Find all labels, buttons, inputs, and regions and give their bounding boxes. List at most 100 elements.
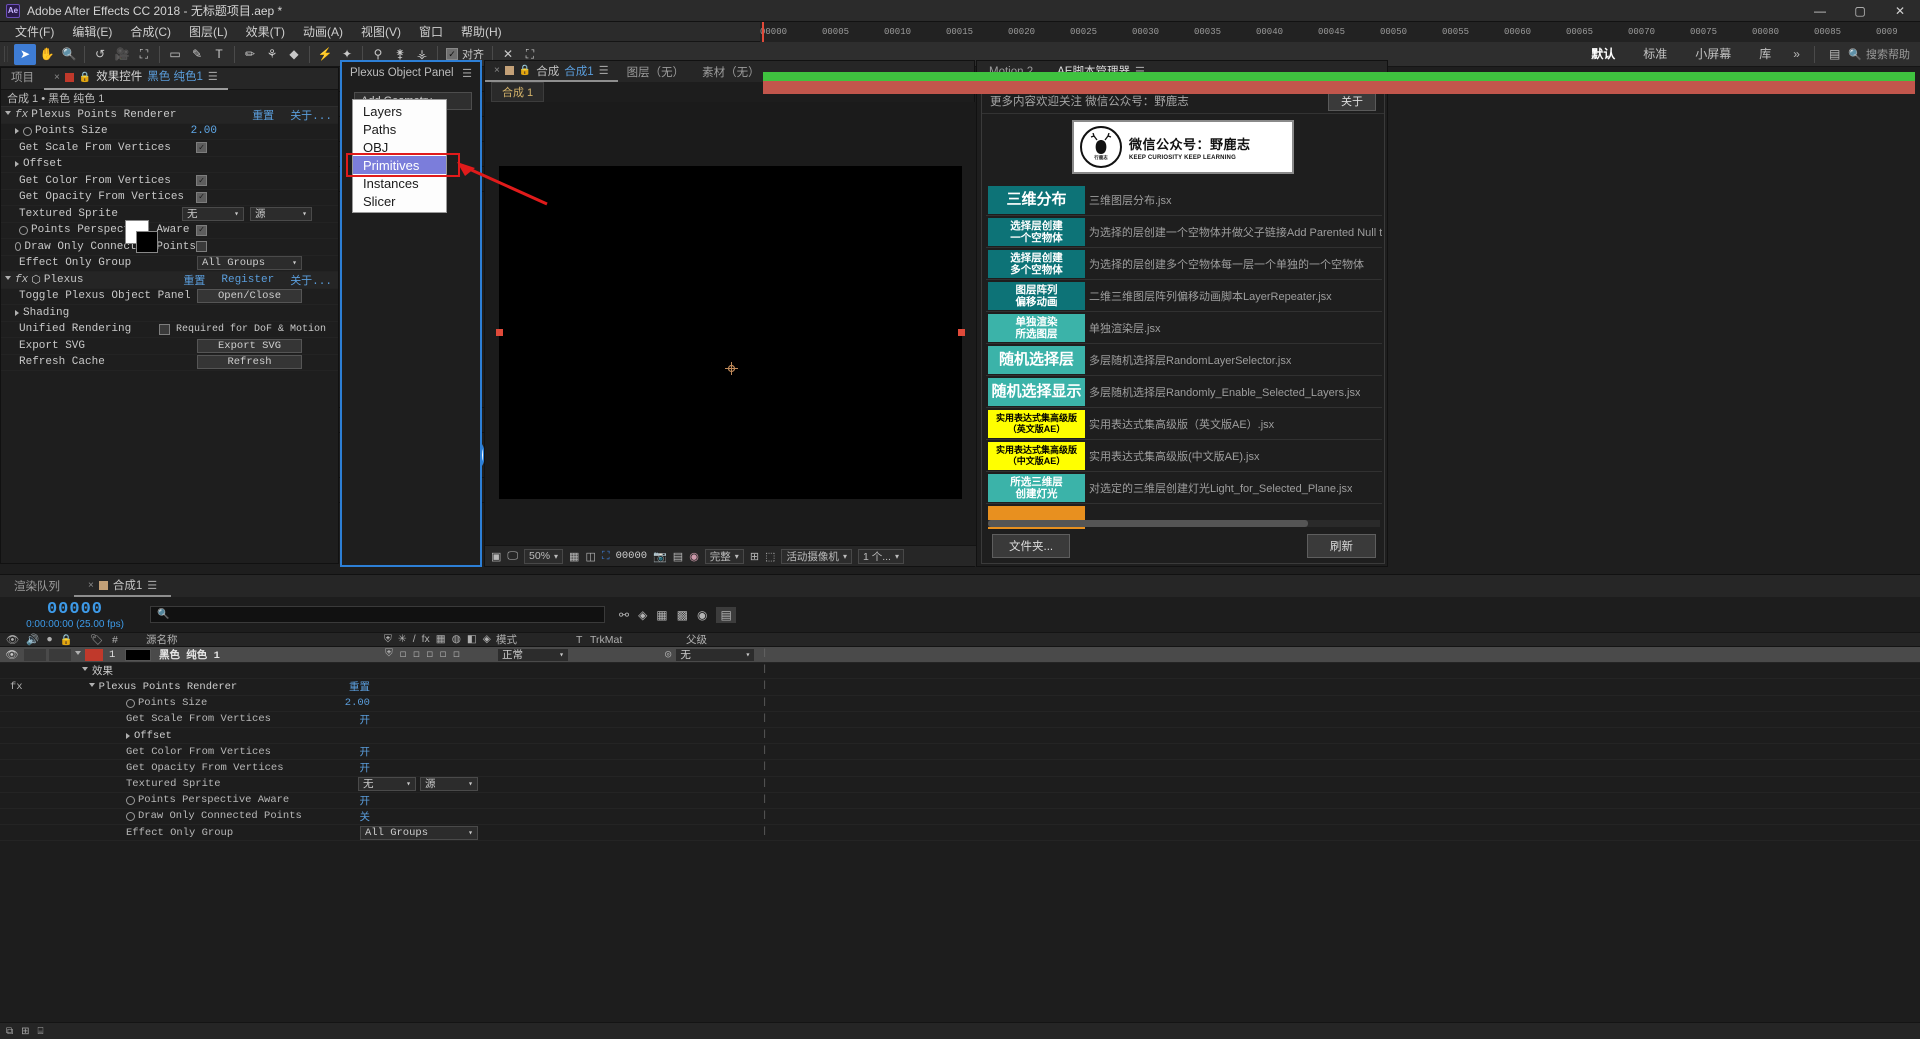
solo-icon[interactable]: ● xyxy=(46,633,52,646)
selection-handle-right[interactable] xyxy=(958,329,965,336)
script-row[interactable]: 实用表达式集高级版 （英文版AE） 实用表达式集高级版（英文版AE）.jsx xyxy=(986,408,1382,440)
menu-item-2[interactable]: 合成(C) xyxy=(121,22,180,42)
timeline-row-track[interactable]: | xyxy=(760,663,1920,678)
property-button[interactable]: Open/Close xyxy=(197,289,302,304)
timeline-current-time[interactable]: 00000 0:00:00:00 (25.00 fps) xyxy=(0,600,150,630)
disclosure-icon[interactable] xyxy=(5,276,11,283)
disclosure-icon[interactable] xyxy=(126,732,130,739)
close-icon[interactable]: × xyxy=(54,67,60,88)
script-row[interactable]: 图层阵列 偏移动画 二维三维图层阵列偏移动画脚本LayerRepeater.jsx xyxy=(986,280,1382,312)
composition-chip[interactable]: 合成 1 xyxy=(491,82,545,102)
value-text[interactable]: 重置 xyxy=(349,682,370,694)
script-row[interactable]: 三维分布 三维图层分布.jsx xyxy=(986,184,1382,216)
timeline-row-track[interactable]: | xyxy=(760,809,1920,824)
disclosure-icon[interactable] xyxy=(15,128,19,135)
property-button[interactable]: Export SVG xyxy=(197,338,302,353)
effect-property-row[interactable]: Points Size 2.00 xyxy=(1,124,338,140)
effect-property-row[interactable]: Textured Sprite 无 ▾ 源 ▾ xyxy=(1,206,338,223)
effect-property-row[interactable]: Get Scale From Vertices ✓ xyxy=(1,140,338,157)
property-checkbox[interactable]: ✓ xyxy=(196,191,207,203)
frame-blend-icon[interactable]: ▦ xyxy=(436,633,446,646)
brush-tool[interactable]: ✏ xyxy=(239,44,261,65)
resolution-select[interactable]: 完整 ▾ xyxy=(704,548,744,564)
disclosure-icon[interactable] xyxy=(82,667,88,674)
stopwatch-icon[interactable] xyxy=(23,126,32,136)
minimize-button[interactable]: — xyxy=(1800,0,1840,22)
timeline-row[interactable]: Points Perspective Aware 开 | xyxy=(0,793,1920,809)
layer-parent-select[interactable]: 无 ▾ xyxy=(675,647,756,662)
property-select[interactable]: All Groups ▾ xyxy=(197,256,302,271)
tab-render-queue[interactable]: 渲染队列 xyxy=(0,575,74,597)
script-row[interactable]: 实用表达式集高级版 （中文版AE） 实用表达式集高级版(中文版AE).jsx xyxy=(986,440,1382,472)
maximize-button[interactable]: ▢ xyxy=(1840,0,1880,22)
effect-header-1[interactable]: fx ⬡ Plexus 重置 Register 关于... xyxy=(1,272,338,289)
current-time-display[interactable]: 00000 xyxy=(616,550,648,562)
fx-icon[interactable]: fx xyxy=(15,274,28,286)
layer-switch-row[interactable]: ⛨ ◻ ◻ ◻ ◻ ◻ xyxy=(385,648,497,661)
dropdown-item-layers[interactable]: Layers xyxy=(353,102,446,120)
composition-mini-flowchart-icon[interactable]: ⚯ xyxy=(619,608,629,622)
camera-select[interactable]: 活动摄像机 ▾ xyxy=(781,548,852,564)
disclosure-icon[interactable] xyxy=(15,161,19,168)
timeline-row-track[interactable]: | xyxy=(760,728,1920,743)
property-select-a[interactable]: 无 ▾ xyxy=(182,206,244,221)
timeline-row-track[interactable]: | xyxy=(760,825,1920,840)
work-area-bar[interactable] xyxy=(763,72,1915,81)
timeline-row-value[interactable]: All Groups ▾ xyxy=(360,825,760,840)
script-button-8[interactable]: 实用表达式集高级版 （中文版AE） xyxy=(988,441,1085,470)
toggle-switches-icon[interactable]: ⧉ xyxy=(6,1026,13,1037)
disclosure-icon[interactable] xyxy=(5,111,11,118)
quality-icon[interactable]: ◻ xyxy=(413,648,419,661)
value-select-b[interactable]: 源 ▾ xyxy=(420,776,478,791)
panel-menu-icon[interactable]: ☰ xyxy=(208,67,218,88)
3d-icon[interactable]: ◈ xyxy=(483,633,491,646)
roto-brush-tool[interactable]: ⚡ xyxy=(314,44,336,65)
tab-timeline-comp[interactable]: × 合成1 ☰ xyxy=(74,575,172,597)
menu-item-0[interactable]: 文件(F) xyxy=(6,22,63,42)
timeline-row[interactable]: 👁 1 黑色 纯色 1 ⛨ ◻ ◻ ◻ ◻ ◻ 正常 ▾ ◎ 无 ▾ | xyxy=(0,647,1920,664)
dropdown-item-instances[interactable]: Instances xyxy=(353,174,446,192)
lock-icon[interactable]: 🔒 xyxy=(60,633,73,646)
value-text[interactable]: 开 xyxy=(360,715,371,727)
toggle-mask-icon[interactable]: ◫ xyxy=(585,550,595,563)
workspace-overflow-icon[interactable]: » xyxy=(1785,47,1808,61)
expand-icon[interactable]: ⊞ xyxy=(21,1026,29,1037)
timeline-row-track[interactable]: | xyxy=(760,712,1920,727)
timeline-row-value[interactable]: 开 xyxy=(360,712,761,727)
effect-property-row[interactable]: Offset xyxy=(1,157,338,173)
timeline-row[interactable]: fx Plexus Points Renderer 重置 | xyxy=(0,679,1920,696)
dropdown-item-obj[interactable]: OBJ xyxy=(353,138,446,156)
folder-button[interactable]: 文件夹... xyxy=(992,534,1071,558)
timeline-row[interactable]: Get Color From Vertices 开 | xyxy=(0,744,1920,761)
script-row[interactable]: 随机选择显示 多层随机选择层Randomly_Enable_Selected_La… xyxy=(986,376,1382,408)
close-icon[interactable]: × xyxy=(88,580,94,591)
timeline-row[interactable]: Get Opacity From Vertices 开 | xyxy=(0,760,1920,777)
fx-icon[interactable]: fx xyxy=(15,109,28,121)
timeline-row-value[interactable]: 开 xyxy=(360,760,761,775)
timeline-row[interactable]: Offset | xyxy=(0,728,1920,745)
pen-tool[interactable]: ✎ xyxy=(186,44,208,65)
shy-icon[interactable]: ⛨ xyxy=(385,648,393,661)
panel-menu-icon[interactable]: ☰ xyxy=(599,64,609,77)
shy-icon[interactable]: ⛨ xyxy=(384,633,392,646)
rotation-tool[interactable]: ↺ xyxy=(89,44,111,65)
value-text[interactable]: 2.00 xyxy=(345,697,370,709)
stopwatch-icon[interactable] xyxy=(126,795,135,805)
current-time-indicator[interactable] xyxy=(762,22,764,42)
zoom-tool[interactable]: 🔍 xyxy=(58,44,80,65)
fx-icon[interactable]: ◻ xyxy=(427,648,433,661)
menu-item-8[interactable]: 帮助(H) xyxy=(452,22,511,42)
timeline-row[interactable]: 效果 | xyxy=(0,663,1920,680)
timeline-row-value[interactable]: 开 xyxy=(360,793,761,808)
property-number[interactable]: 2.00 xyxy=(191,125,217,137)
blend-icon[interactable]: ◻ xyxy=(440,648,446,661)
timeline-row-track[interactable]: | xyxy=(760,793,1920,808)
composition-canvas[interactable] xyxy=(496,166,965,499)
toggle-3d-icon[interactable]: ⬚ xyxy=(765,550,775,563)
timeline-row-value[interactable]: 关 xyxy=(360,809,761,824)
dropdown-item-paths[interactable]: Paths xyxy=(353,120,446,138)
selection-handle-left[interactable] xyxy=(496,329,503,336)
timeline-row[interactable]: Points Size 2.00 | xyxy=(0,696,1920,712)
collapse-icon[interactable]: ✳ xyxy=(398,633,407,646)
effect-property-row[interactable]: Get Color From Vertices ✓ xyxy=(1,173,338,190)
